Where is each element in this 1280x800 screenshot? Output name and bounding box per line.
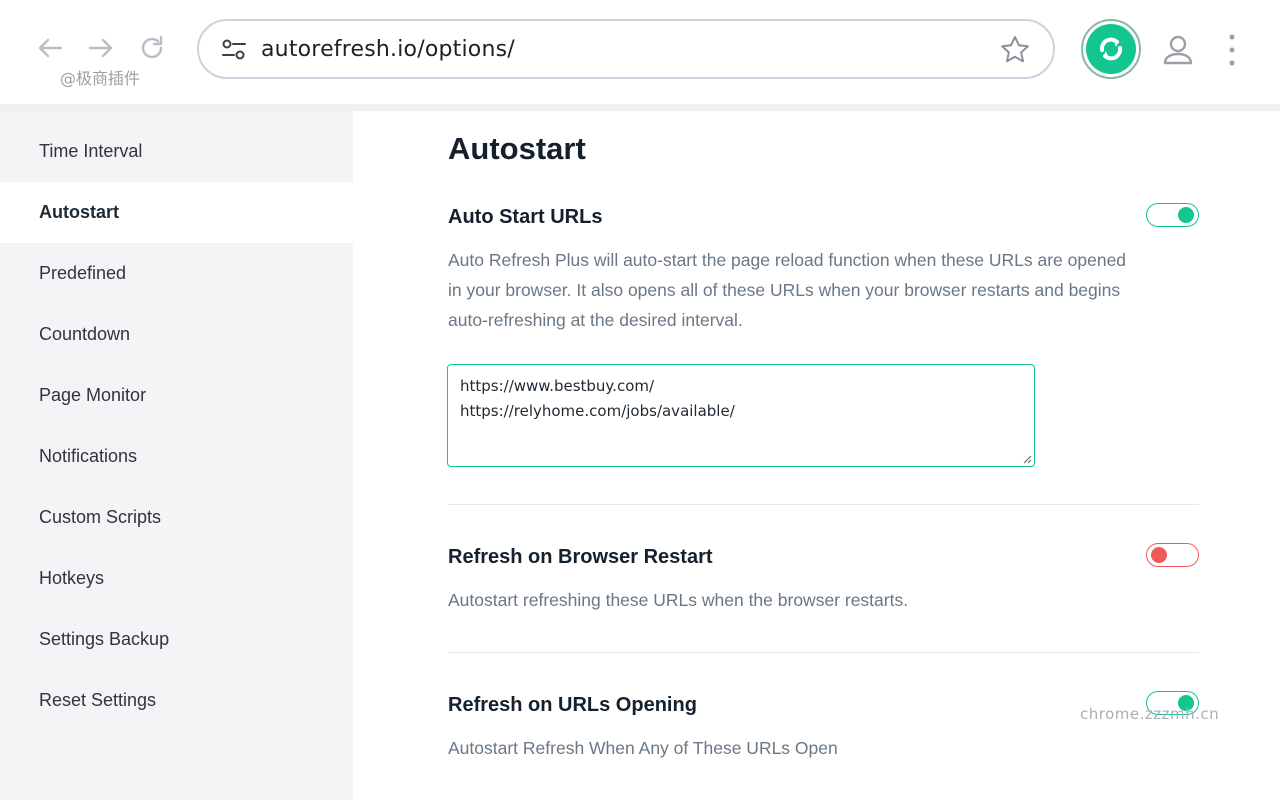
more-menu-icon[interactable] (1222, 32, 1242, 68)
section-desc-auto-start-urls: Auto Refresh Plus will auto-start the pa… (448, 250, 1127, 330)
address-bar[interactable]: autorefresh.io/options/ (197, 19, 1055, 79)
bookmark-star-icon[interactable] (999, 34, 1031, 66)
section-desc-refresh-on-browser-restart: Autostart refreshing these URLs when the… (448, 590, 909, 610)
sidebar-item-countdown[interactable]: Countdown (0, 304, 353, 365)
refresh-arrows-icon (1099, 37, 1123, 61)
profile-icon[interactable] (1160, 32, 1196, 68)
resize-handle-icon[interactable] (1022, 454, 1032, 464)
watermark-bottom: chrome.zzzmh.cn (1080, 705, 1220, 723)
refresh-on-browser-restart-toggle[interactable] (1146, 543, 1199, 567)
section-title-refresh-on-browser-restart: Refresh on Browser Restart (448, 546, 713, 568)
browser-toolbar: @极商插件 autorefresh.io/options/ (0, 0, 1280, 104)
sidebar-item-page-monitor[interactable]: Page Monitor (0, 365, 353, 426)
section-title-refresh-on-urls-opening: Refresh on URLs Opening (448, 694, 697, 716)
sidebar-item-time-interval[interactable]: Time Interval (0, 121, 353, 182)
reload-icon (141, 35, 163, 59)
auto-start-urls-textarea[interactable]: https://www.bestbuy.com/ https://relyhom… (447, 364, 1035, 467)
sidebar-item-autostart[interactable]: Autostart (0, 182, 353, 243)
page-title: Autostart (448, 131, 586, 166)
main-content: Autostart Auto Start URLs Auto Refresh P… (353, 111, 1280, 800)
back-button[interactable] (32, 30, 68, 66)
forward-button[interactable] (83, 30, 119, 66)
section-divider (448, 504, 1199, 505)
section-desc-refresh-on-urls-opening: Autostart Refresh When Any of These URLs… (448, 738, 838, 758)
reload-button[interactable] (134, 30, 170, 66)
sidebar-item-predefined[interactable]: Predefined (0, 243, 353, 304)
sidebar-item-notifications[interactable]: Notifications (0, 426, 353, 487)
sidebar: Time Interval Autostart Predefined Count… (0, 111, 353, 800)
url-line: https://relyhome.com/jobs/available/ (460, 402, 735, 420)
watermark-top: @极商插件 (60, 69, 141, 88)
sidebar-item-custom-scripts[interactable]: Custom Scripts (0, 487, 353, 548)
url-text[interactable]: autorefresh.io/options/ (261, 37, 515, 62)
arrow-right-icon (88, 38, 113, 58)
url-line: https://www.bestbuy.com/ (460, 377, 655, 395)
section-divider (448, 652, 1199, 653)
section-title-auto-start-urls: Auto Start URLs (448, 206, 603, 228)
sidebar-item-reset-settings[interactable]: Reset Settings (0, 670, 353, 731)
sidebar-item-settings-backup[interactable]: Settings Backup (0, 609, 353, 670)
auto-refresh-extension-button[interactable] (1081, 19, 1141, 79)
arrow-left-icon (38, 38, 63, 58)
toolbar-divider (0, 104, 1280, 111)
site-settings-icon (222, 39, 246, 60)
sidebar-item-hotkeys[interactable]: Hotkeys (0, 548, 353, 609)
auto-start-urls-toggle[interactable] (1146, 203, 1199, 227)
